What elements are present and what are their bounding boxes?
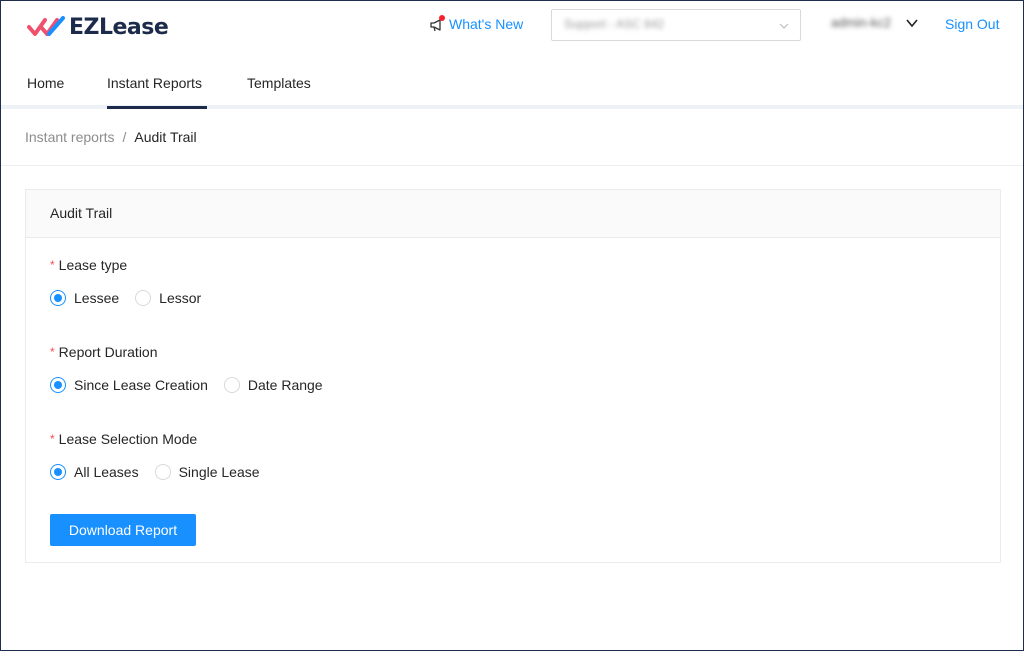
radio-label: Lessor xyxy=(159,290,202,306)
chevron-down-icon xyxy=(906,18,918,27)
tab-instant-reports[interactable]: Instant Reports xyxy=(107,75,207,109)
field-label-text: Report Duration xyxy=(58,344,158,360)
breadcrumb: Instant reports / Audit Trail xyxy=(25,129,197,145)
radio-circle[interactable] xyxy=(154,464,171,480)
lease-type-label: * Lease type xyxy=(50,257,217,273)
breadcrumb-divider xyxy=(1,165,1023,166)
radio-label: Lessee xyxy=(74,290,120,306)
notification-dot xyxy=(439,15,445,21)
organization-select[interactable]: Support - ASC 842 xyxy=(551,9,801,41)
brand-name: EZLease xyxy=(69,14,169,40)
report-duration-field: * Report Duration Since Lease Creation D… xyxy=(50,344,339,393)
radio-date-range[interactable]: Date Range xyxy=(223,377,323,393)
radio-since-lease-creation[interactable]: Since Lease Creation xyxy=(50,377,208,393)
audit-trail-card: Audit Trail * Lease type Lessee Lessor * xyxy=(25,189,1001,563)
main-nav: Home Instant Reports Templates xyxy=(1,61,1023,109)
radio-all-leases[interactable]: All Leases xyxy=(50,464,139,480)
radio-single-lease[interactable]: Single Lease xyxy=(154,464,260,480)
tab-templates[interactable]: Templates xyxy=(247,75,311,109)
breadcrumb-separator: / xyxy=(122,129,127,145)
card-title: Audit Trail xyxy=(26,190,1000,238)
radio-circle-checked[interactable] xyxy=(50,290,66,306)
breadcrumb-current: Audit Trail xyxy=(134,129,197,145)
required-mark: * xyxy=(50,258,55,272)
radio-label: Since Lease Creation xyxy=(74,377,208,393)
radio-circle-checked[interactable] xyxy=(50,464,66,480)
field-label-text: Lease type xyxy=(58,257,128,273)
user-menu[interactable]: admin-kc2 xyxy=(831,15,919,30)
lease-selection-mode-field: * Lease Selection Mode All Leases Single… xyxy=(50,431,276,480)
user-name: admin-kc2 xyxy=(831,15,891,30)
lease-type-radio-group: Lessee Lessor xyxy=(50,290,217,306)
lease-selection-mode-label: * Lease Selection Mode xyxy=(50,431,276,447)
radio-label: Single Lease xyxy=(178,464,260,480)
double-check-logo-icon xyxy=(27,16,65,36)
megaphone-icon xyxy=(429,15,447,33)
report-duration-radio-group: Since Lease Creation Date Range xyxy=(50,377,339,393)
top-header: EZLease What's New Support - ASC 842 adm… xyxy=(1,1,1023,51)
report-duration-label: * Report Duration xyxy=(50,344,339,360)
radio-circle-checked[interactable] xyxy=(50,377,66,393)
lease-type-field: * Lease type Lessee Lessor xyxy=(50,257,217,306)
radio-circle[interactable] xyxy=(223,377,240,393)
lease-selection-mode-radio-group: All Leases Single Lease xyxy=(50,464,276,480)
breadcrumb-instant-reports[interactable]: Instant reports xyxy=(25,129,115,145)
required-mark: * xyxy=(50,345,55,359)
organization-select-value: Support - ASC 842 xyxy=(564,17,665,31)
radio-lessor[interactable]: Lessor xyxy=(135,290,201,306)
field-label-text: Lease Selection Mode xyxy=(58,431,198,447)
download-report-button[interactable]: Download Report xyxy=(50,514,196,546)
required-mark: * xyxy=(50,432,55,446)
whats-new-link[interactable]: What's New xyxy=(429,15,523,33)
brand-logo[interactable]: EZLease xyxy=(27,13,169,41)
radio-lessee[interactable]: Lessee xyxy=(50,290,119,306)
radio-circle[interactable] xyxy=(135,290,152,306)
app-window: EZLease What's New Support - ASC 842 adm… xyxy=(0,0,1024,651)
whats-new-label: What's New xyxy=(449,16,524,32)
sign-out-link[interactable]: Sign Out xyxy=(945,16,999,32)
chevron-down-icon xyxy=(779,23,789,29)
tab-home[interactable]: Home xyxy=(27,75,64,109)
radio-label: All Leases xyxy=(74,464,139,480)
radio-label: Date Range xyxy=(247,377,323,393)
